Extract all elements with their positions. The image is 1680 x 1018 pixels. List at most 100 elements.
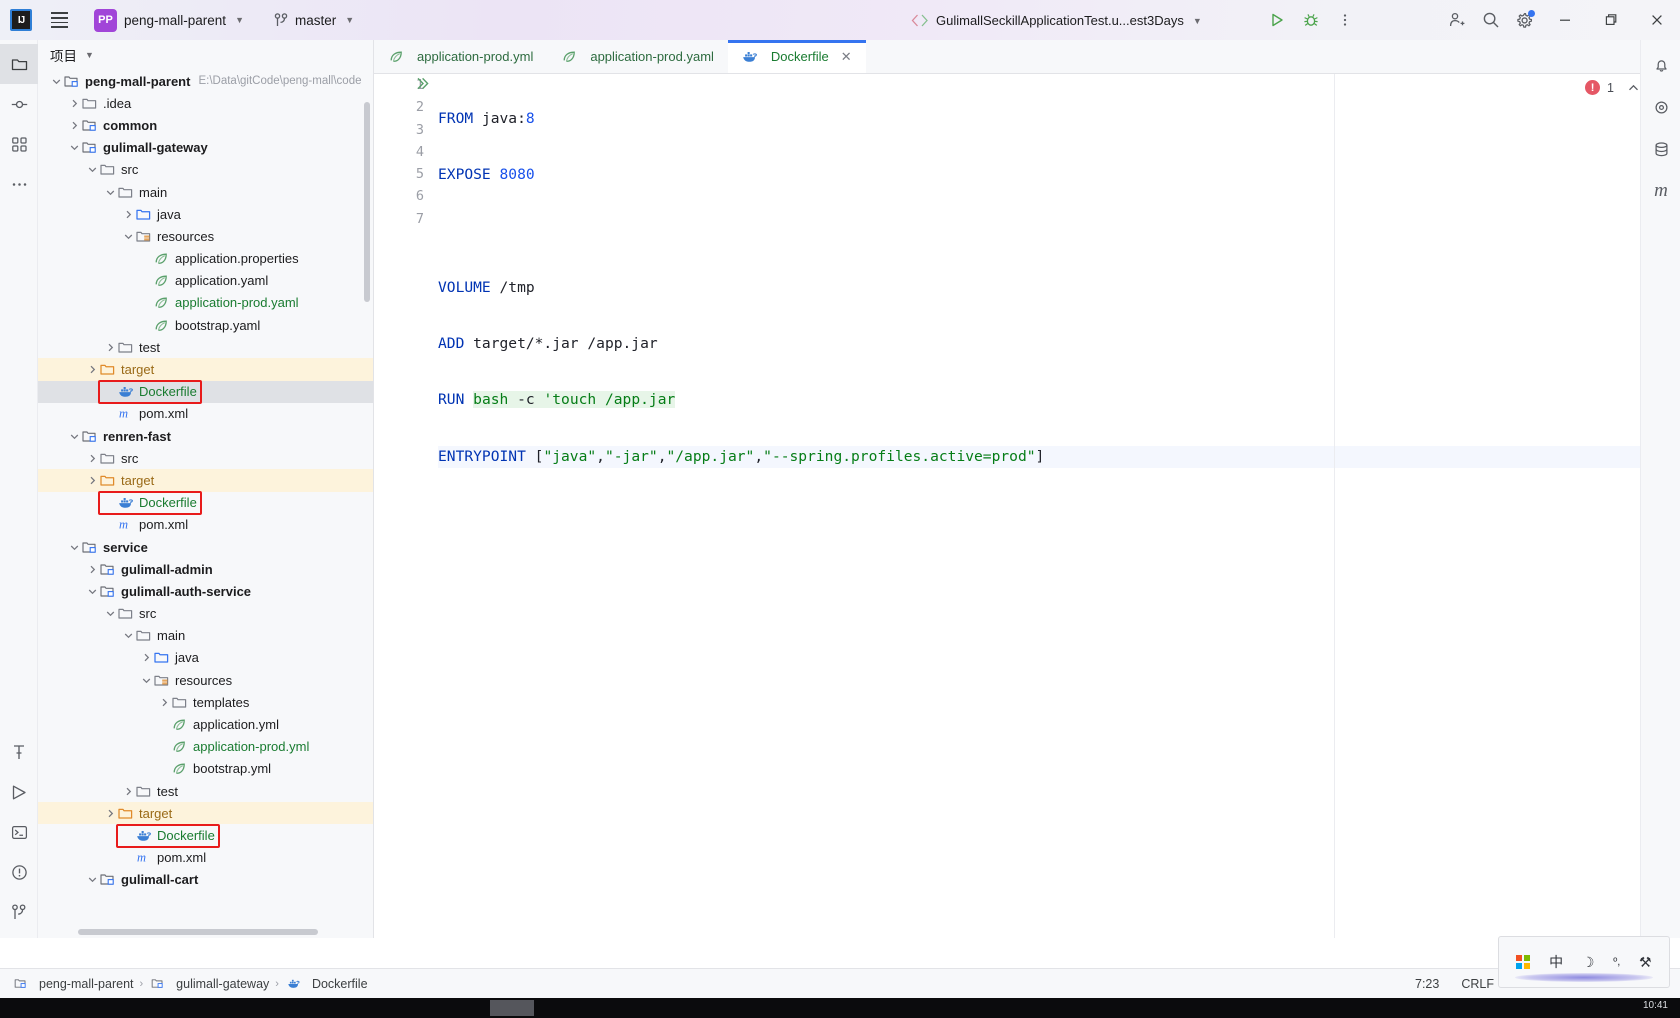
tree-node-test[interactable]: test bbox=[38, 780, 373, 802]
tree-node-templates[interactable]: templates bbox=[38, 691, 373, 713]
editor-tab-dockerfile[interactable]: Dockerfile ✕ bbox=[727, 40, 866, 73]
tree-node-gulimall-auth-service[interactable]: gulimall-auth-service bbox=[38, 580, 373, 602]
add-user-button[interactable] bbox=[1440, 3, 1474, 37]
search-everywhere-button[interactable] bbox=[1474, 3, 1508, 37]
punctuation-icon[interactable]: º, bbox=[1613, 956, 1620, 968]
tools-icon[interactable]: ⚒ bbox=[1639, 954, 1652, 971]
maximize-button[interactable] bbox=[1588, 0, 1634, 40]
chevron-down-icon[interactable] bbox=[104, 607, 117, 620]
minimize-button[interactable] bbox=[1542, 0, 1588, 40]
sidebar-item-terminal[interactable] bbox=[0, 812, 38, 852]
chevron-right-icon[interactable] bbox=[86, 563, 99, 576]
line-number-gutter[interactable]: 1234567 bbox=[374, 74, 432, 938]
tree-node-pom-xml[interactable]: m pom.xml bbox=[38, 847, 373, 869]
chevron-right-icon[interactable] bbox=[140, 651, 153, 664]
chevron-down-icon[interactable]: ▼ bbox=[85, 50, 94, 60]
chevron-right-icon[interactable] bbox=[86, 452, 99, 465]
sidebar-item-commit[interactable] bbox=[0, 84, 38, 124]
project-tree-horizontal-scrollbar[interactable] bbox=[78, 929, 318, 935]
tree-node-dockerfile[interactable]: Dockerfile bbox=[38, 824, 373, 846]
caret-position[interactable]: 7:23 bbox=[1415, 977, 1439, 991]
tree-node-renren-fast[interactable]: renren-fast bbox=[38, 425, 373, 447]
sidebar-item-more[interactable] bbox=[0, 164, 38, 204]
debug-button[interactable] bbox=[1294, 3, 1328, 37]
sidebar-item-project[interactable] bbox=[0, 44, 38, 84]
tree-node-application-prod-yaml[interactable]: application-prod.yaml bbox=[38, 292, 373, 314]
run-button[interactable] bbox=[1260, 3, 1294, 37]
chevron-right-icon[interactable] bbox=[68, 119, 81, 132]
run-line-marker-icon[interactable] bbox=[416, 77, 430, 93]
tree-node-application-yml[interactable]: application.yml bbox=[38, 713, 373, 735]
windows-logo-icon[interactable] bbox=[1516, 955, 1531, 969]
tree-node-target[interactable]: target bbox=[38, 469, 373, 492]
tree-node-service[interactable]: service bbox=[38, 536, 373, 558]
chevron-down-icon[interactable] bbox=[86, 163, 99, 176]
sidebar-item-problems[interactable] bbox=[0, 852, 38, 892]
tree-node-main[interactable]: main bbox=[38, 625, 373, 647]
tree-node-application-prod-yml[interactable]: application-prod.yml bbox=[38, 736, 373, 758]
tree-node-gulimall-gateway[interactable]: gulimall-gateway bbox=[38, 137, 373, 159]
tree-node-src[interactable]: src bbox=[38, 603, 373, 625]
line-separator[interactable]: CRLF bbox=[1461, 977, 1494, 991]
code-editor[interactable]: 1 2 3 4 5 6 7 FROM java:8 EXPOSE 8080 VOLUME /… bbox=[374, 74, 1680, 938]
code-content[interactable]: FROM java:8 EXPOSE 8080 VOLUME /tmp ADD … bbox=[438, 74, 1680, 938]
tree-node-pom-xml[interactable]: m pom.xml bbox=[38, 403, 373, 425]
tree-node-src[interactable]: src bbox=[38, 159, 373, 181]
sidebar-item-git[interactable] bbox=[0, 892, 38, 932]
chevron-right-icon[interactable] bbox=[122, 208, 135, 221]
settings-button[interactable] bbox=[1508, 3, 1542, 37]
tree-node-java[interactable]: java bbox=[38, 647, 373, 669]
tree-node-dockerfile[interactable]: Dockerfile bbox=[38, 492, 373, 514]
sidebar-item-ai-assistant[interactable] bbox=[1641, 86, 1680, 128]
sidebar-item-structure[interactable] bbox=[0, 124, 38, 164]
chevron-down-icon[interactable] bbox=[104, 186, 117, 199]
tree-node-peng-mall-parent[interactable]: peng-mall-parent E:\Data\gitCode\peng-mal… bbox=[38, 70, 373, 92]
sidebar-item-database[interactable] bbox=[1641, 128, 1680, 170]
chevron-down-icon[interactable] bbox=[86, 873, 99, 886]
more-options-button[interactable] bbox=[1328, 3, 1362, 37]
chevron-down-icon[interactable] bbox=[140, 674, 153, 687]
tree-node-src[interactable]: src bbox=[38, 447, 373, 469]
tree-node-target[interactable]: target bbox=[38, 358, 373, 381]
chevron-down-icon[interactable] bbox=[68, 541, 81, 554]
sidebar-item-build[interactable] bbox=[0, 732, 38, 772]
chevron-right-icon[interactable] bbox=[122, 785, 135, 798]
sidebar-item-notifications[interactable] bbox=[1641, 44, 1680, 86]
sidebar-item-services[interactable] bbox=[0, 772, 38, 812]
tree-node-common[interactable]: common bbox=[38, 114, 373, 136]
ime-language-mode[interactable]: 中 bbox=[1549, 952, 1563, 972]
breadcrumb-item[interactable]: peng-mall-parent bbox=[12, 975, 134, 992]
chevron-up-icon[interactable] bbox=[1627, 82, 1640, 94]
sidebar-item-maven[interactable]: m bbox=[1641, 170, 1680, 212]
tree-node-test[interactable]: test bbox=[38, 336, 373, 358]
editor-tab-application-prod-yml[interactable]: application-prod.yml bbox=[374, 40, 547, 73]
tree-node-gulimall-cart[interactable]: gulimall-cart bbox=[38, 869, 373, 891]
tree-node-application-properties[interactable]: application.properties bbox=[38, 248, 373, 270]
chevron-down-icon[interactable] bbox=[50, 75, 63, 88]
tree-node--idea[interactable]: .idea bbox=[38, 92, 373, 114]
tree-node-application-yaml[interactable]: application.yaml bbox=[38, 270, 373, 292]
breadcrumb-item[interactable]: gulimall-gateway bbox=[149, 975, 269, 992]
close-icon[interactable]: ✕ bbox=[841, 49, 852, 65]
tree-node-dockerfile[interactable]: Dockerfile bbox=[38, 380, 373, 403]
tree-node-target[interactable]: target bbox=[38, 802, 373, 825]
project-selector[interactable]: PP peng-mall-parent ▼ bbox=[88, 6, 250, 35]
main-menu-button[interactable] bbox=[44, 5, 74, 35]
chevron-right-icon[interactable] bbox=[68, 97, 81, 110]
project-tree-vertical-scrollbar[interactable] bbox=[364, 102, 370, 302]
chevron-down-icon[interactable] bbox=[68, 141, 81, 154]
breadcrumb-item[interactable]: Dockerfile bbox=[285, 975, 368, 992]
chevron-right-icon[interactable] bbox=[158, 696, 171, 709]
chevron-right-icon[interactable] bbox=[104, 807, 117, 820]
tree-node-bootstrap-yml[interactable]: bootstrap.yml bbox=[38, 758, 373, 780]
tree-node-main[interactable]: main bbox=[38, 181, 373, 203]
branch-selector[interactable]: master ▼ bbox=[268, 10, 360, 31]
chevron-down-icon[interactable] bbox=[122, 230, 135, 243]
tree-node-resources[interactable]: resources bbox=[38, 669, 373, 691]
tree-node-java[interactable]: java bbox=[38, 203, 373, 225]
tree-node-pom-xml[interactable]: m pom.xml bbox=[38, 514, 373, 536]
chevron-right-icon[interactable] bbox=[86, 474, 99, 487]
editor-tab-application-prod-yaml[interactable]: application-prod.yaml bbox=[547, 40, 728, 73]
moon-icon[interactable]: ☽ bbox=[1582, 954, 1595, 971]
chevron-right-icon[interactable] bbox=[104, 341, 117, 354]
